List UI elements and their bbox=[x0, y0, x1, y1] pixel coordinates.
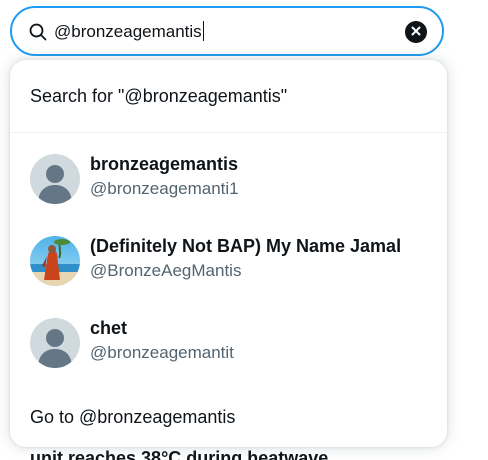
default-avatar bbox=[30, 318, 80, 368]
search-for-option[interactable]: Search for "@bronzeagemantis" bbox=[30, 84, 287, 108]
user-suggestion[interactable]: (Definitely Not BAP) My Name Jamal @Bron… bbox=[10, 234, 447, 312]
close-icon bbox=[411, 23, 421, 41]
search-suggestions-dropdown: Search for "@bronzeagemantis" bronzeagem… bbox=[10, 60, 447, 447]
user-name: bronzeagemantis bbox=[90, 154, 239, 174]
page: unit reaches 38°C during heatwave @bronz… bbox=[0, 0, 488, 460]
user-name: (Definitely Not BAP) My Name Jamal bbox=[90, 236, 402, 256]
user-name: chet bbox=[90, 318, 128, 338]
clear-search-button[interactable] bbox=[405, 21, 427, 43]
text-caret bbox=[202, 21, 204, 41]
user-suggestion[interactable]: bronzeagemantis @bronzeagemanti1 bbox=[10, 152, 447, 230]
divider bbox=[10, 132, 447, 133]
user-handle: @BronzeAegMantis bbox=[90, 261, 242, 280]
search-input[interactable]: @bronzeagemantis bbox=[54, 20, 204, 44]
photo-avatar bbox=[30, 236, 80, 286]
search-bar[interactable]: @bronzeagemantis bbox=[10, 6, 444, 56]
user-handle: @bronzeagemanti1 bbox=[90, 179, 239, 198]
default-avatar bbox=[30, 154, 80, 204]
go-to-profile-option[interactable]: Go to @bronzeagemantis bbox=[30, 405, 235, 429]
search-query: @bronzeagemantis bbox=[54, 22, 202, 41]
search-icon bbox=[29, 23, 47, 41]
user-handle: @bronzeagemantit bbox=[90, 343, 234, 362]
background-post-text: unit reaches 38°C during heatwave bbox=[30, 448, 329, 460]
user-suggestion[interactable]: chet @bronzeagemantit bbox=[10, 316, 447, 394]
